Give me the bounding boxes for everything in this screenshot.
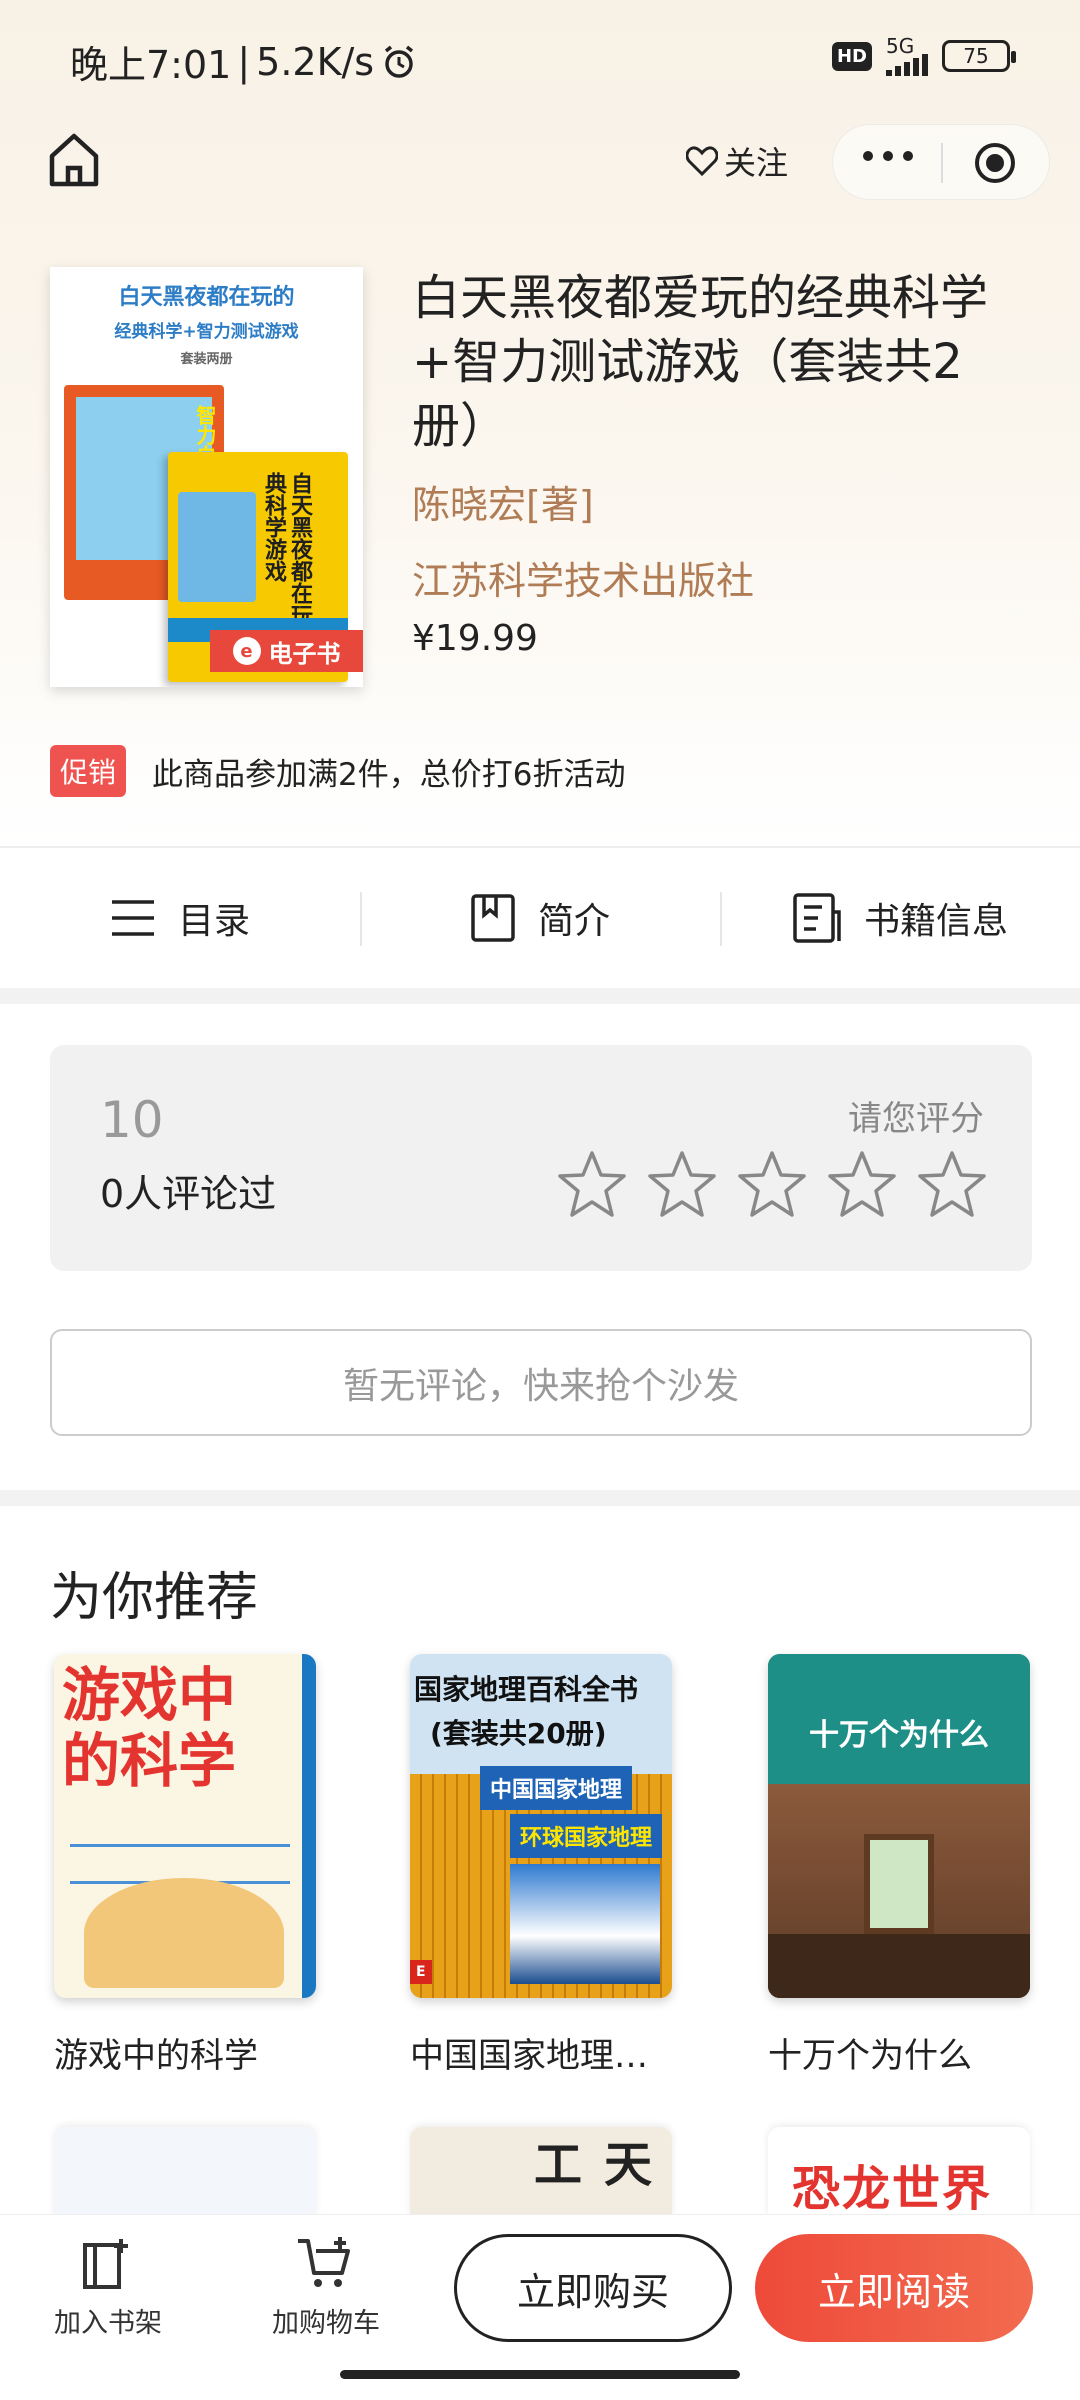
recommend-cover-title: 十万个为什么 xyxy=(809,1718,989,1753)
cover-line1: 白天黑夜都在玩的 xyxy=(118,285,295,310)
rate-prompt: 请您评分 xyxy=(848,1099,984,1139)
read-now-button[interactable]: 立即阅读 xyxy=(755,2234,1033,2342)
star-icon-2[interactable] xyxy=(646,1149,718,1221)
status-bar: 晚上7:01 | 5.2K/s HD 5G 75 xyxy=(0,0,1080,116)
battery-icon: 75 xyxy=(942,40,1016,72)
tab-catalog[interactable]: 目录 xyxy=(0,848,360,988)
home-indicator xyxy=(340,2370,740,2379)
cover-title: 白天黑夜都在玩的 经典科学+智力测试游戏 套装两册 xyxy=(50,279,363,367)
section-separator xyxy=(0,988,1080,1004)
recommend-cover[interactable]: 国家地理百科全书 (套装共20册) 中国国家地理 环球国家地理 E xyxy=(410,1654,672,1998)
promo-text: 此商品参加满2件，总价打6折活动 xyxy=(152,756,626,793)
more-icon[interactable] xyxy=(863,151,913,161)
recommend-name[interactable]: 十万个为什么 xyxy=(768,2028,1030,2077)
star-icon-5[interactable] xyxy=(916,1149,988,1221)
add-to-shelf-label: 加入书架 xyxy=(54,2308,162,2339)
recommend-name[interactable]: 游戏中的科学 xyxy=(54,2028,316,2077)
tab-intro[interactable]: 简介 xyxy=(360,848,720,988)
status-time: 晚上7:01 xyxy=(70,43,232,87)
info-tabs: 目录 简介 书籍信息 xyxy=(0,848,1080,988)
recommend-cover-title: 天工 xyxy=(525,2139,651,2187)
signal-icon xyxy=(886,54,928,76)
follow-button[interactable]: 关注 xyxy=(686,138,788,184)
status-left: 晚上7:01 | 5.2K/s xyxy=(70,34,418,89)
star-icon-4[interactable] xyxy=(826,1149,898,1221)
add-to-cart-button[interactable]: 加购物车 xyxy=(256,2235,396,2340)
rating-card: 10 0人评论过 请您评分 xyxy=(50,1045,1032,1271)
star-icon-1[interactable] xyxy=(556,1149,628,1221)
ebook-tag-label: 电子书 xyxy=(268,639,341,668)
recommend-item[interactable]: 国家地理百科全书 (套装共20册) 中国国家地理 环球国家地理 E 中国国家地理… xyxy=(410,1654,672,2077)
nav-bar: 关注 xyxy=(0,116,1080,206)
add-to-shelf-button[interactable]: 加入书架 xyxy=(38,2235,178,2340)
menu-list-icon xyxy=(111,900,154,936)
cover-line3: 套装两册 xyxy=(180,352,233,367)
ebook-logo-icon: e xyxy=(232,637,261,665)
rating-score: 10 xyxy=(100,1091,164,1149)
recommend-name[interactable]: 中国国家地理百科全书（套装共20册） xyxy=(410,2028,672,2077)
battery-level: 75 xyxy=(963,44,989,68)
book-author[interactable]: 陈晓宏[著] xyxy=(412,474,594,529)
book-publisher[interactable]: 江苏科学技术出版社 xyxy=(412,550,754,605)
cover-door xyxy=(864,1834,934,1934)
cart-add-icon xyxy=(298,2237,350,2287)
star-icon-3[interactable] xyxy=(736,1149,808,1221)
tab-book-info[interactable]: 书籍信息 xyxy=(720,848,1080,988)
capsule-divider xyxy=(941,143,943,183)
publisher-logo: E xyxy=(410,1960,432,1984)
recommend-cover-partial[interactable] xyxy=(54,2127,316,2217)
cover-illustration xyxy=(510,1864,660,1984)
recommend-item[interactable]: 游戏中的科学 游戏中的科学 xyxy=(54,1654,316,2077)
recommend-cover-title: 游戏中的科学 xyxy=(62,1661,237,1795)
home-icon[interactable] xyxy=(46,130,102,190)
status-right: HD 5G 75 xyxy=(831,36,1016,76)
book-price: ¥19.99 xyxy=(412,618,538,659)
bookshelf-add-icon xyxy=(83,2239,128,2289)
promo-badge: 促销 xyxy=(50,745,127,797)
cover-line2: 经典科学+智力测试游戏 xyxy=(114,322,299,342)
close-target-icon[interactable] xyxy=(975,143,1015,183)
add-to-cart-label: 加购物车 xyxy=(272,2308,380,2339)
cover-label-1: 中国国家地理 xyxy=(480,1766,633,1810)
cover-label-2: 环球国家地理 xyxy=(510,1814,663,1858)
ebook-tag: e 电子书 xyxy=(210,630,363,672)
hd-badge: HD xyxy=(831,41,872,71)
recommend-cover-subtitle: (套装共20册) xyxy=(430,1717,607,1750)
cover-book-2-art xyxy=(178,492,256,602)
follow-label: 关注 xyxy=(724,144,789,182)
tab-intro-label: 简介 xyxy=(537,901,610,942)
book-icon xyxy=(471,894,515,942)
cover-illustration xyxy=(84,1878,284,1988)
recommend-cover-title: 国家地理百科全书 xyxy=(414,1673,639,1706)
mini-program-capsule xyxy=(832,124,1050,200)
signal-group: 5G xyxy=(886,36,928,76)
tab-book-info-label: 书籍信息 xyxy=(863,901,1008,942)
recommend-cover[interactable]: 游戏中的科学 xyxy=(54,1654,316,1998)
recommend-cover[interactable]: 十万个为什么 xyxy=(768,1654,1030,1998)
promo-row: 促销 此商品参加满2件，总价打6折活动 xyxy=(50,745,625,797)
status-speed: 5.2K/s xyxy=(256,39,375,84)
document-icon xyxy=(793,893,841,943)
tab-catalog-label: 目录 xyxy=(177,901,250,942)
alarm-icon xyxy=(385,45,414,78)
heart-icon xyxy=(686,146,718,176)
section-separator-2 xyxy=(0,1490,1080,1506)
cover-floor xyxy=(768,1934,1030,1998)
book-cover: 白天黑夜都在玩的 经典科学+智力测试游戏 套装两册 智力白天 自天黑夜都在玩的经… xyxy=(50,267,363,687)
review-count: 0人评论过 xyxy=(100,1172,277,1216)
recommend-item[interactable]: 十万个为什么 十万个为什么 xyxy=(768,1654,1030,2077)
status-separator: | xyxy=(237,39,251,84)
star-rating xyxy=(556,1149,988,1221)
recommend-cover-partial[interactable]: 天工 xyxy=(410,2127,672,2217)
recommend-title: 为你推荐 xyxy=(50,1568,259,1628)
buy-now-button[interactable]: 立即购买 xyxy=(454,2234,732,2342)
write-review-button[interactable]: 暂无评论，快来抢个沙发 xyxy=(50,1329,1032,1436)
cover-spine xyxy=(302,1654,316,1998)
recommend-cover-title: 恐龙世界 xyxy=(792,2161,993,2217)
network-type: 5G xyxy=(886,34,915,58)
book-title: 白天黑夜都爱玩的经典科学+智力测试游戏（套装共2册） xyxy=(412,270,989,454)
recommend-cover-partial[interactable]: 恐龙世界 xyxy=(768,2127,1030,2217)
